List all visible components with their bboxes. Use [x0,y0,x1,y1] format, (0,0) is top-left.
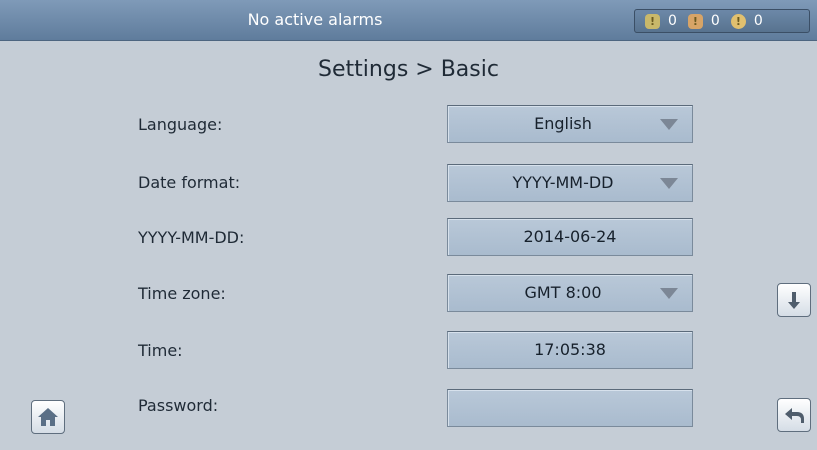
major-alarm-count: 0 [753,13,763,29]
language-select[interactable]: English [447,105,693,143]
time-label: Time: [138,341,183,360]
date-value: 2014-06-24 [523,227,617,246]
time-zone-value: GMT 8:00 [524,283,602,302]
warning-alarm-count: 0 [668,13,677,29]
date-format-value: YYYY-MM-DD [512,173,614,192]
alarm-status-text: No active alarms [247,10,383,29]
back-arrow-icon [785,408,804,423]
scroll-down-button[interactable] [777,283,811,317]
dropdown-arrow-icon [660,119,678,130]
minor-alarm-icon: ! [687,13,703,29]
arrow-down-icon [788,292,800,309]
time-field[interactable]: 17:05:38 [447,331,693,369]
page-title: Settings > Basic [318,57,499,82]
password-field[interactable] [447,389,693,427]
home-button[interactable] [31,400,65,434]
time-zone-label: Time zone: [138,284,226,303]
status-bar: No active alarms ! 0 ! 0 ! 0 [0,0,817,41]
time-value: 17:05:38 [534,340,606,359]
back-button[interactable] [777,398,811,432]
date-field[interactable]: 2014-06-24 [447,218,693,256]
major-alarm-icon: ! [730,13,746,29]
password-label: Password: [138,396,219,415]
language-label: Language: [138,115,223,134]
date-format-label: Date format: [138,173,241,192]
minor-alarm-count: 0 [710,13,720,29]
warning-alarm-icon: ! [645,13,660,29]
date-format-select[interactable]: YYYY-MM-DD [447,164,693,202]
date-label: YYYY-MM-DD: [138,228,245,247]
dropdown-arrow-icon [660,178,678,189]
language-value: English [534,114,592,133]
home-icon [38,408,58,426]
alarm-counter-panel[interactable]: ! 0 ! 0 ! 0 [634,9,810,33]
time-zone-select[interactable]: GMT 8:00 [447,274,693,312]
dropdown-arrow-icon [660,288,678,299]
